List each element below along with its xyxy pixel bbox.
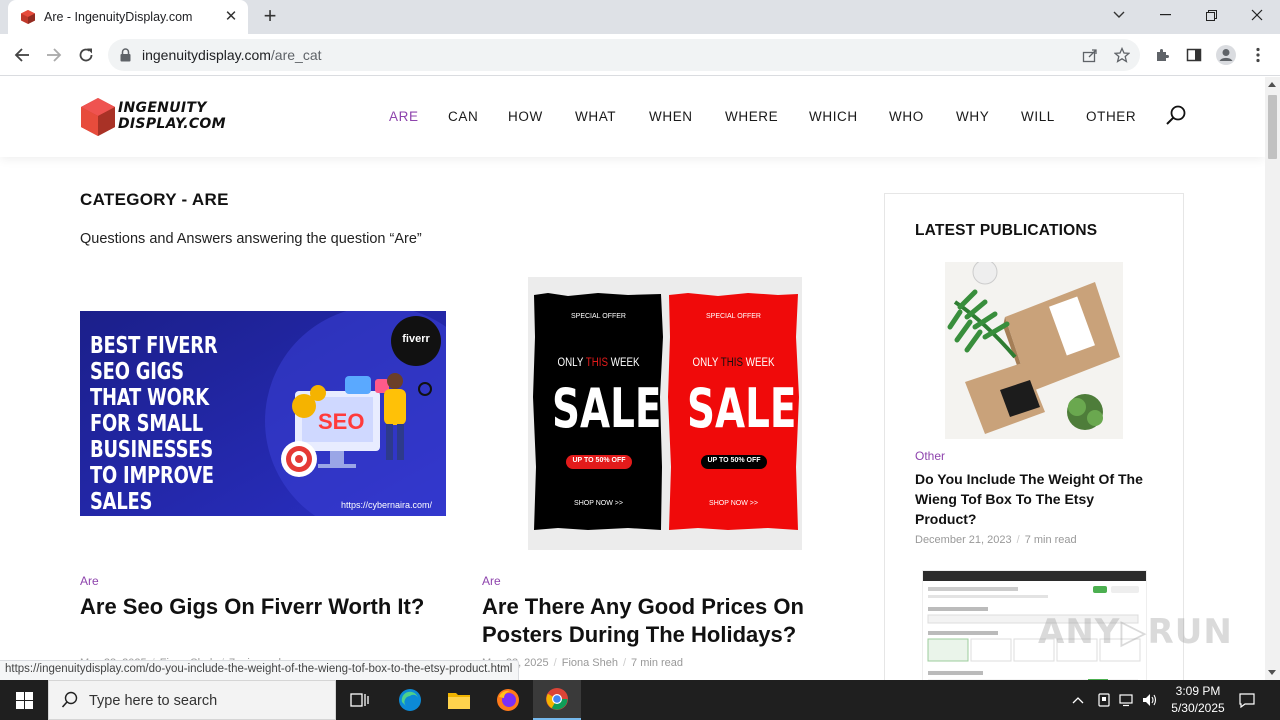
thumbnail-footer-url: https://cybernaira.com/ — [340, 500, 432, 510]
nav-how[interactable]: HOW — [508, 109, 543, 124]
tab-title: Are - IngenuityDisplay.com — [44, 10, 193, 24]
notifications-icon[interactable] — [1236, 680, 1258, 720]
browser-tab[interactable]: Are - IngenuityDisplay.com ✕ — [8, 0, 248, 34]
search-icon — [61, 691, 78, 708]
nav-can[interactable]: CAN — [448, 109, 478, 124]
nav-why[interactable]: WHY — [956, 109, 989, 124]
thumbnail-headline: BEST FIVERR SEO GIGS THAT WORK FOR SMALL… — [90, 333, 218, 515]
category-description: Questions and Answers answering the ques… — [80, 231, 422, 247]
tab-search-icon[interactable] — [1096, 0, 1142, 30]
search-icon[interactable] — [1164, 104, 1188, 128]
back-icon[interactable] — [8, 41, 36, 69]
nav-other[interactable]: OTHER — [1086, 109, 1136, 124]
url-text: ingenuitydisplay.com/are_cat — [142, 47, 322, 63]
file-explorer-icon[interactable] — [435, 680, 483, 720]
scroll-down-arrow-icon[interactable] — [1268, 670, 1276, 675]
poster-right-week-line: ONLY THIS WEEK — [692, 357, 775, 369]
logo-cube-icon — [81, 98, 115, 136]
sidebar-post-meta: December 21, 2023/7 min read — [915, 534, 1077, 546]
watermark-logo: ANY▷RUN — [1038, 612, 1233, 652]
site-favicon-icon — [21, 10, 35, 24]
network-icon[interactable] — [1117, 680, 1137, 720]
page-viewport: INGENUITY DISPLAY.COM ARE CAN HOW WHAT W… — [0, 77, 1265, 680]
poster-right-special-offer: SPECIAL OFFER — [706, 313, 761, 320]
close-window-icon[interactable] — [1234, 0, 1280, 30]
nav-who[interactable]: WHO — [889, 109, 924, 124]
post-thumbnail-fiverr-seo[interactable]: BEST FIVERR SEO GIGS THAT WORK FOR SMALL… — [80, 311, 446, 516]
nav-which[interactable]: WHICH — [809, 109, 858, 124]
tab-close-icon[interactable]: ✕ — [222, 8, 240, 26]
sidebar-latest-publications: LATEST PUBLICATIONS Other Do You Include… — [884, 193, 1184, 680]
post-category-link[interactable]: Are — [482, 574, 501, 588]
taskbar-search-placeholder: Type here to search — [89, 693, 218, 709]
minimize-icon[interactable] — [1142, 0, 1188, 30]
clock-time: 3:09 PM — [1175, 684, 1221, 698]
nav-when[interactable]: WHEN — [649, 109, 693, 124]
side-panel-icon[interactable] — [1182, 43, 1206, 67]
sidebar-post-title-link[interactable]: Do You Include The Weight Of The Wieng T… — [915, 469, 1155, 529]
taskbar-clock[interactable]: 3:09 PM 5/30/2025 — [1160, 683, 1236, 717]
fiverr-badge: fiverr — [402, 333, 430, 345]
poster-left-week-line: ONLY THIS WEEK — [557, 357, 640, 369]
edge-browser-icon[interactable] — [386, 680, 434, 720]
new-tab-icon[interactable]: + — [258, 5, 282, 29]
share-icon[interactable] — [1080, 45, 1100, 65]
poster-right-sale: SALE — [687, 377, 797, 440]
post-title-link[interactable]: Are There Any Good Prices On Posters Dur… — [482, 593, 862, 649]
sidebar-title: LATEST PUBLICATIONS — [915, 222, 1098, 239]
category-title: CATEGORY - ARE — [80, 190, 229, 209]
browser-toolbar: ingenuitydisplay.com/are_cat — [0, 34, 1280, 76]
windows-start-icon[interactable] — [0, 680, 48, 720]
poster-right-shop-now: SHOP NOW >> — [709, 500, 758, 507]
scroll-up-arrow-icon[interactable] — [1268, 82, 1276, 87]
profile-avatar-icon[interactable] — [1214, 43, 1238, 67]
poster-left-shop-now: SHOP NOW >> — [574, 500, 623, 507]
windows-taskbar: Type here to search 3:09 PM 5/30/2025 — [0, 680, 1280, 720]
forward-icon[interactable] — [40, 41, 68, 69]
nav-are[interactable]: ARE — [389, 109, 419, 124]
reload-icon[interactable] — [72, 41, 100, 69]
nav-where[interactable]: WHERE — [725, 109, 778, 124]
address-bar[interactable]: ingenuitydisplay.com/are_cat — [108, 39, 1140, 71]
poster-left-sale: SALE — [552, 377, 662, 440]
poster-left-discount: UP TO 50% OFF — [572, 457, 626, 464]
page-scrollbar[interactable] — [1265, 77, 1280, 680]
site-logo[interactable]: INGENUITY DISPLAY.COM — [80, 97, 230, 139]
volume-icon[interactable] — [1140, 680, 1160, 720]
poster-right-discount: UP TO 50% OFF — [707, 457, 761, 464]
restore-icon[interactable] — [1188, 0, 1234, 30]
bookmark-star-icon[interactable] — [1112, 45, 1132, 65]
lock-icon — [120, 48, 131, 62]
browser-tab-strip: Are - IngenuityDisplay.com ✕ + — [0, 0, 1280, 34]
scrollbar-thumb[interactable] — [1268, 95, 1277, 159]
browser-menu-icon[interactable] — [1246, 43, 1270, 67]
thumbnail-screen-word: SEO — [318, 409, 365, 434]
task-view-icon[interactable] — [336, 680, 384, 720]
post-thumbnail-sale-posters[interactable]: SPECIAL OFFER ONLY THIS WEEK SALE UP TO … — [528, 277, 802, 550]
extensions-puzzle-icon[interactable] — [1150, 43, 1174, 67]
chrome-icon[interactable] — [533, 680, 581, 720]
firefox-icon[interactable] — [484, 680, 532, 720]
link-status-bar: https://ingenuitydisplay.com/do-you-incl… — [0, 660, 520, 680]
tray-device-icon[interactable] — [1094, 680, 1114, 720]
taskbar-search-box[interactable]: Type here to search — [48, 680, 336, 720]
tray-overflow-chevron-icon[interactable] — [1068, 680, 1088, 720]
post-category-link[interactable]: Are — [80, 574, 99, 588]
site-header: INGENUITY DISPLAY.COM ARE CAN HOW WHAT W… — [0, 77, 1265, 157]
nav-will[interactable]: WILL — [1021, 109, 1055, 124]
post-title-link[interactable]: Are Seo Gigs On Fiverr Worth It? — [80, 593, 450, 621]
sidebar-thumbnail-package[interactable] — [945, 262, 1123, 439]
poster-left-special-offer: SPECIAL OFFER — [571, 313, 626, 320]
clock-date: 5/30/2025 — [1171, 701, 1225, 715]
logo-text: INGENUITY DISPLAY.COM — [118, 100, 226, 132]
nav-what[interactable]: WHAT — [575, 109, 616, 124]
sidebar-category-link[interactable]: Other — [915, 449, 945, 463]
